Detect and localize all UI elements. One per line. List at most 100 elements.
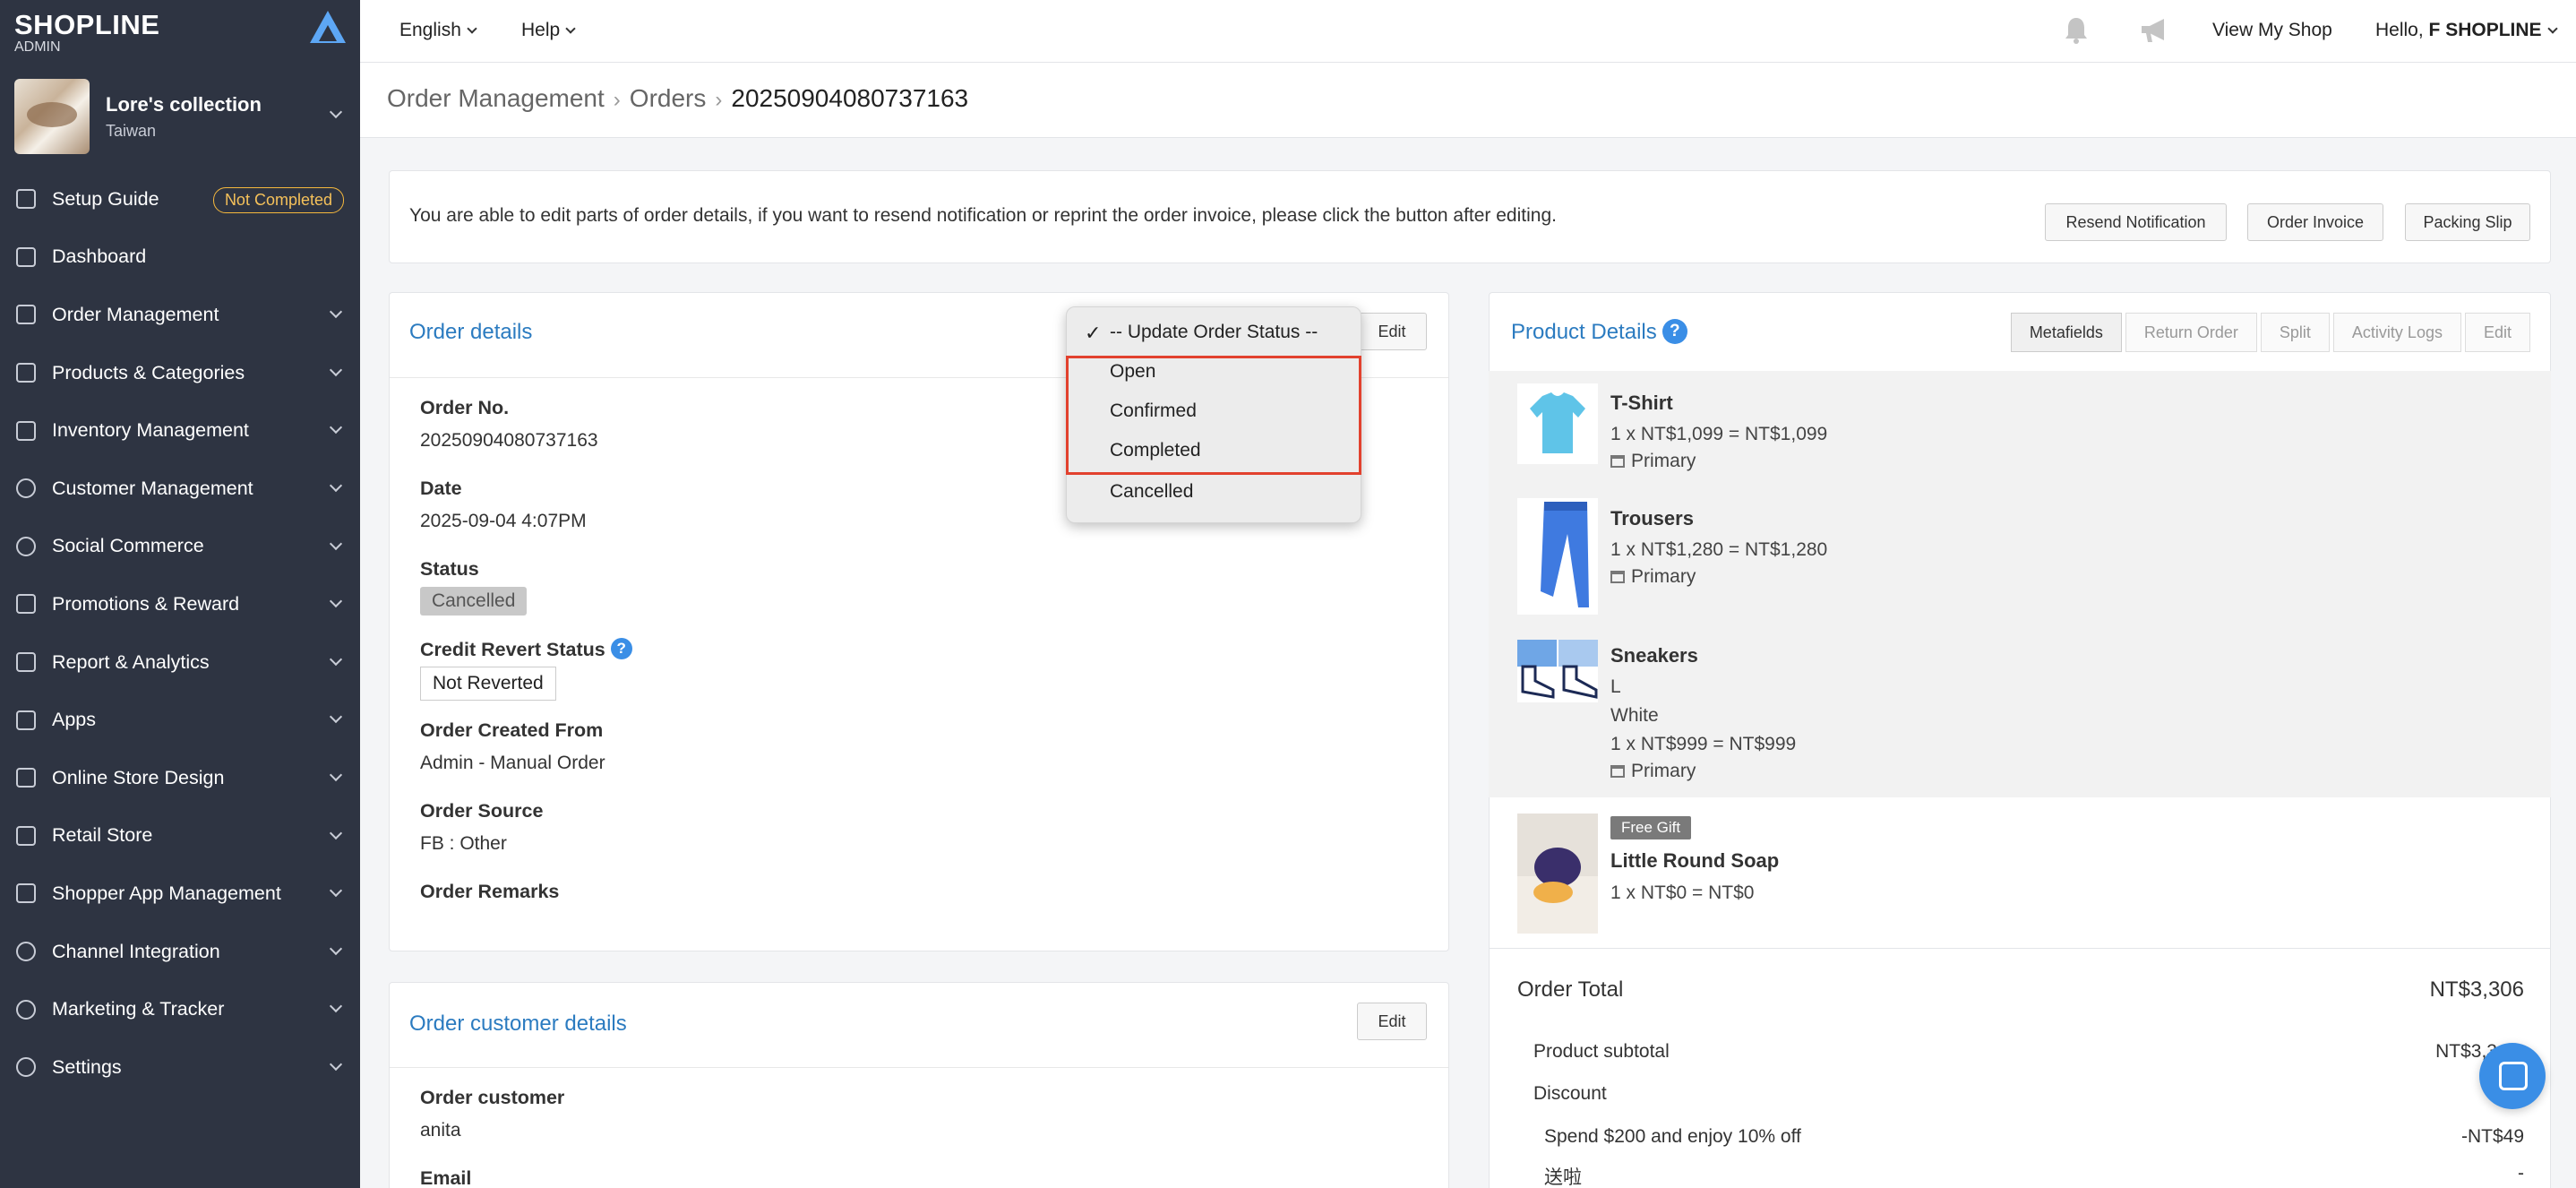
credit-revert-text: Credit Revert Status <box>420 639 605 660</box>
user-menu[interactable]: Hello, F SHOPLINE <box>2375 20 2558 41</box>
sidebar-item-order-management[interactable]: Order Management <box>0 286 360 344</box>
brand-mark-inner <box>319 25 337 41</box>
product-details-title: Product Details? <box>1511 318 1687 346</box>
sidebar-item-channel-integration[interactable]: Channel Integration <box>0 923 360 981</box>
breadcrumb-current: 20250904080737163 <box>731 84 969 112</box>
sidebar-item-setup-guide[interactable]: Setup Guide Not Completed <box>0 170 360 228</box>
sidebar-item-label: Promotions & Reward <box>52 592 240 615</box>
store-switcher[interactable]: Lore's collection Taiwan <box>0 73 360 159</box>
store-icon <box>16 825 36 846</box>
sidebar-item-label: Retail Store <box>52 824 153 847</box>
chevron-down-icon <box>329 942 343 955</box>
product-price-line: 1 x NT$999 = NT$999 <box>1610 734 1797 754</box>
sidebar-item-marketing[interactable]: Marketing & Tracker <box>0 980 360 1038</box>
tab-return-order[interactable]: Return Order <box>2125 313 2257 352</box>
tab-metafields[interactable]: Metafields <box>2010 313 2122 352</box>
sidebar-item-apps[interactable]: Apps <box>0 691 360 749</box>
chat-support-button[interactable] <box>2479 1043 2546 1109</box>
sidebar-item-settings[interactable]: Settings <box>0 1038 360 1097</box>
sidebar-item-label: Order Management <box>52 303 219 325</box>
gift-promo-value: - <box>2518 1163 2524 1184</box>
bell-icon[interactable] <box>2064 16 2089 45</box>
chevron-down-icon <box>2546 23 2558 34</box>
dashboard-icon <box>16 246 36 267</box>
packing-slip-button[interactable]: Packing Slip <box>2405 203 2530 241</box>
order-source-value: FB : Other <box>420 833 507 854</box>
sidebar-item-promotions[interactable]: Promotions & Reward <box>0 575 360 633</box>
breadcrumb-separator: › <box>613 88 621 112</box>
resend-notification-button[interactable]: Resend Notification <box>2045 203 2227 241</box>
order-remarks-label: Order Remarks <box>420 881 560 902</box>
language-selector[interactable]: English <box>399 20 477 41</box>
view-my-shop-link[interactable]: View My Shop <box>2212 20 2332 41</box>
sidebar-item-online-store-design[interactable]: Online Store Design <box>0 749 360 807</box>
customer-details-edit-button[interactable]: Edit <box>1357 1003 1427 1040</box>
help-menu[interactable]: Help <box>521 20 576 41</box>
help-icon[interactable]: ? <box>610 638 632 660</box>
help-icon[interactable]: ? <box>1662 318 1687 344</box>
breadcrumb-orders[interactable]: Orders <box>630 84 707 112</box>
order-total-value: NT$3,306 <box>2429 977 2524 1002</box>
help-label: Help <box>521 20 561 40</box>
brand-sub: ADMIN <box>14 39 61 55</box>
tab-split[interactable]: Split <box>2260 313 2330 352</box>
order-invoice-button[interactable]: Order Invoice <box>2247 203 2383 241</box>
date-value: 2025-09-04 4:07PM <box>420 511 587 531</box>
tab-edit[interactable]: Edit <box>2464 313 2530 352</box>
sidebar-item-social-commerce[interactable]: Social Commerce <box>0 518 360 576</box>
location-label: Primary <box>1631 566 1696 587</box>
shopline-logo[interactable]: SHOPLINE ADMIN <box>14 7 346 55</box>
status-label: Status <box>420 558 479 580</box>
product-location: Primary <box>1610 566 1696 588</box>
dropdown-option-cancelled[interactable]: Cancelled <box>1110 481 1193 503</box>
breadcrumb-separator: › <box>715 88 723 112</box>
discount-label: Discount <box>1533 1083 1607 1104</box>
created-from-label: Order Created From <box>420 719 604 741</box>
breadcrumb-order-management[interactable]: Order Management <box>387 84 605 112</box>
chevron-down-icon <box>329 595 343 608</box>
sidebar-item-dashboard[interactable]: Dashboard <box>0 228 360 287</box>
product-location: Primary <box>1610 451 1696 472</box>
divider <box>1489 948 2551 949</box>
order-customer-value[interactable]: anita <box>420 1120 461 1141</box>
sidebar-item-inventory[interactable]: Inventory Management <box>0 401 360 460</box>
chevron-down-icon <box>329 306 343 319</box>
order-source-label: Order Source <box>420 800 544 822</box>
location-label: Primary <box>1631 451 1696 471</box>
gift-name: Little Round Soap <box>1610 849 1780 872</box>
location-label: Primary <box>1631 761 1696 781</box>
email-label: Email <box>420 1167 472 1188</box>
megaphone-icon[interactable] <box>2139 16 2169 45</box>
bag-icon <box>16 363 36 383</box>
sidebar-item-products[interactable]: Products & Categories <box>0 344 360 402</box>
created-from-value: Admin - Manual Order <box>420 753 605 773</box>
dropdown-option-placeholder[interactable]: -- Update Order Status -- <box>1110 322 1318 343</box>
chevron-down-icon <box>329 537 343 550</box>
chat-icon <box>16 536 36 556</box>
paint-icon <box>16 768 36 788</box>
sidebar-item-reports[interactable]: Report & Analytics <box>0 633 360 692</box>
globe-icon <box>16 942 36 962</box>
shopping-bag-icon <box>16 883 36 904</box>
warehouse-icon <box>1610 571 1625 583</box>
top-bar: English Help View My Shop Hello, F SHOPL… <box>360 0 2576 63</box>
checkmark-icon: ✓ <box>1085 322 1102 344</box>
tab-activity-logs[interactable]: Activity Logs <box>2332 313 2461 352</box>
store-thumbnail <box>14 79 90 154</box>
sneakers-image <box>1517 640 1598 702</box>
product-tabs: Metafields Return Order Split Activity L… <box>2007 313 2530 352</box>
product-size: L <box>1610 676 1621 697</box>
trousers-image <box>1517 498 1598 615</box>
order-no-label: Order No. <box>420 397 510 418</box>
free-gift-badge: Free Gift <box>1610 816 1692 839</box>
sidebar-item-label: Social Commerce <box>52 535 204 557</box>
chevron-down-icon <box>329 1057 343 1071</box>
chevron-down-icon <box>329 363 343 376</box>
order-details-edit-button[interactable]: Edit <box>1357 313 1427 350</box>
sidebar-item-retail-store[interactable]: Retail Store <box>0 807 360 865</box>
edit-notice: You are able to edit parts of order deta… <box>389 170 2551 263</box>
sidebar-item-customers[interactable]: Customer Management <box>0 460 360 518</box>
breadcrumb: Order Management › Orders › 2025090408073716… <box>387 84 968 113</box>
sidebar-item-shopper-app[interactable]: Shopper App Management <box>0 865 360 923</box>
sidebar-item-label: Marketing & Tracker <box>52 998 225 1020</box>
